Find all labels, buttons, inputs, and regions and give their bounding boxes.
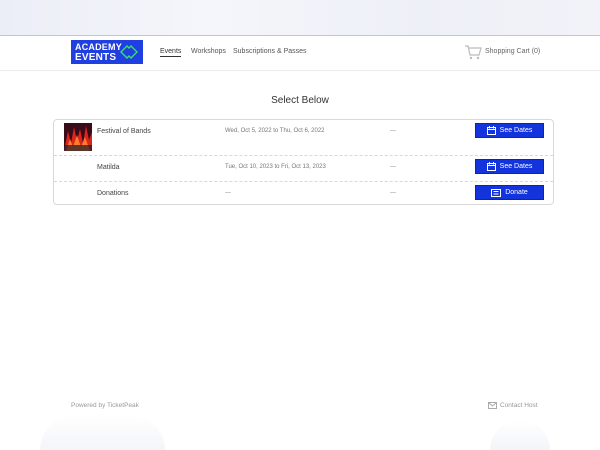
calendar-icon [486,126,496,135]
contact-host-link[interactable]: Contact Host [488,402,538,409]
event-extra: --- [390,128,396,134]
envelope-icon [488,402,497,409]
bottom-decor-left [40,415,165,450]
event-thumbnail[interactable] [64,123,92,151]
powered-by-link[interactable]: Powered by TicketPeak [71,402,139,409]
event-name[interactable]: Donations [97,190,129,197]
see-dates-button[interactable]: See Dates [475,123,544,138]
page-title: Select Below [271,95,329,106]
bottom-decor-right [490,420,550,450]
nav-workshops[interactable]: Workshops [191,48,226,55]
event-dates: Wed, Oct 5, 2022 to Thu, Oct 6, 2022 [225,128,325,134]
calendar-icon [486,162,496,171]
event-dates: --- [225,190,231,196]
shopping-cart-link[interactable]: Shopping Cart (0) [485,48,540,55]
ticket-logo-icon [120,45,138,59]
donate-button[interactable]: Donate [475,185,544,200]
donate-label: Donate [505,189,528,196]
event-row: Festival of Bands Wed, Oct 5, 2022 to Th… [54,120,553,156]
see-dates-button[interactable]: See Dates [475,159,544,174]
site-header: ACADEMY EVENTS Events Workshops Subscrip… [0,36,600,71]
event-extra: --- [390,190,396,196]
see-dates-label: See Dates [499,127,533,134]
event-extra: --- [390,164,396,170]
event-name[interactable]: Matilda [97,164,120,171]
donate-ticket-icon [491,188,502,197]
nav-subscriptions-passes[interactable]: Subscriptions & Passes [233,48,307,55]
academy-events-logo[interactable]: ACADEMY EVENTS [71,40,143,64]
event-name[interactable]: Festival of Bands [97,128,151,135]
contact-host-label: Contact Host [500,402,538,409]
logo-line-2: EVENTS [75,52,117,63]
event-dates: Tue, Oct 10, 2023 to Fri, Oct 13, 2023 [225,164,326,170]
logo-line-1: ACADEMY [75,42,122,52]
nav-events[interactable]: Events [160,48,182,57]
events-table: Festival of Bands Wed, Oct 5, 2022 to Th… [53,119,554,205]
see-dates-label: See Dates [499,163,533,170]
event-row: Donations --- --- Donate [54,182,553,205]
browser-top-band [0,0,600,36]
shopping-cart-icon[interactable] [464,44,482,60]
event-row: Matilda Tue, Oct 10, 2023 to Fri, Oct 13… [54,156,553,182]
